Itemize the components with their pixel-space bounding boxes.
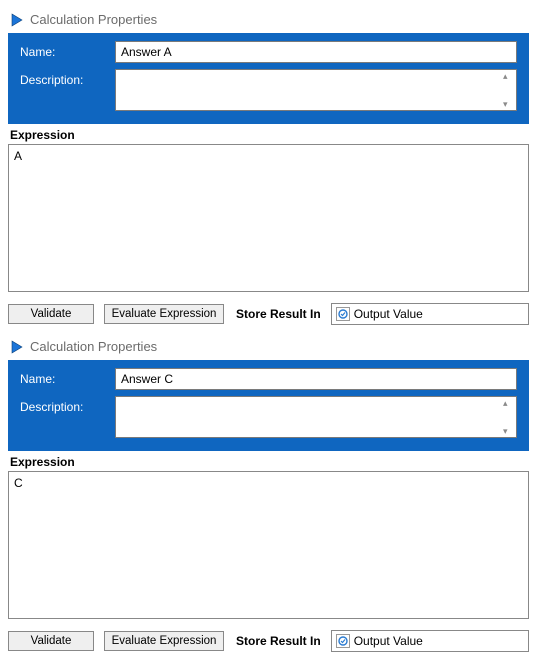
button-row: Validate Evaluate Expression Store Resul… (8, 630, 529, 652)
play-icon (10, 13, 24, 27)
store-result-label: Store Result In (236, 307, 321, 321)
description-row: Description: ▴▾ (20, 396, 517, 441)
store-result-output[interactable]: Output Value (331, 630, 529, 652)
play-icon (10, 340, 24, 354)
evaluate-expression-button[interactable]: Evaluate Expression (104, 631, 224, 651)
description-input[interactable] (115, 69, 517, 111)
properties-band: Name: Description: ▴▾ (8, 33, 529, 124)
name-input[interactable] (115, 368, 517, 390)
panel-header: Calculation Properties (8, 335, 529, 360)
validate-button[interactable]: Validate (8, 304, 94, 324)
description-label: Description: (20, 69, 115, 87)
output-value-icon (336, 634, 350, 648)
panel-header-title: Calculation Properties (30, 339, 157, 354)
output-value-icon (336, 307, 350, 321)
evaluate-expression-button[interactable]: Evaluate Expression (104, 304, 224, 324)
expression-label: Expression (8, 455, 529, 469)
properties-band: Name: Description: ▴▾ (8, 360, 529, 451)
description-input[interactable] (115, 396, 517, 438)
button-row: Validate Evaluate Expression Store Resul… (8, 303, 529, 325)
name-label: Name: (20, 368, 115, 386)
expression-label: Expression (8, 128, 529, 142)
validate-button[interactable]: Validate (8, 631, 94, 651)
store-result-output[interactable]: Output Value (331, 303, 529, 325)
expression-input[interactable] (8, 144, 529, 292)
name-row: Name: (20, 368, 517, 390)
description-label: Description: (20, 396, 115, 414)
output-value-text: Output Value (354, 634, 423, 648)
store-result-label: Store Result In (236, 634, 321, 648)
output-value-text: Output Value (354, 307, 423, 321)
expression-input[interactable] (8, 471, 529, 619)
name-input[interactable] (115, 41, 517, 63)
panel-header: Calculation Properties (8, 8, 529, 33)
description-row: Description: ▴▾ (20, 69, 517, 114)
name-label: Name: (20, 41, 115, 59)
panel-header-title: Calculation Properties (30, 12, 157, 27)
name-row: Name: (20, 41, 517, 63)
